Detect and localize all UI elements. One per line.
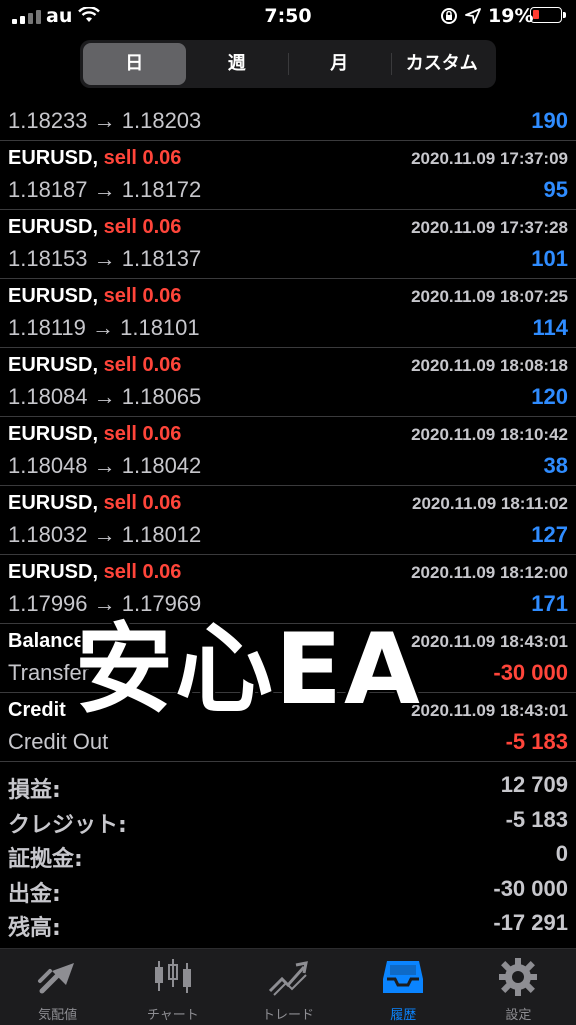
summary-value: -17 291 [493, 910, 568, 935]
row-profit: 95 [543, 177, 568, 202]
tab-label: トレード [262, 1008, 315, 1023]
symbol-name: EURUSD, [8, 285, 99, 307]
row-symbol: EURUSD, sell 0.06 [8, 423, 181, 446]
row-datetime: 2020.11.09 18:43:01 [411, 701, 568, 720]
summary-row: クレジット: -5 183 [0, 805, 576, 840]
trade-side: sell 0.06 [103, 285, 182, 307]
row-symbol: EURUSD, sell 0.06 [8, 147, 181, 170]
history-row[interactable]: EURUSD, sell 0.06 2020.11.09 18:07:25 1.18… [0, 279, 576, 348]
row-symbol: EURUSD, sell 0.06 [8, 216, 181, 239]
row-symbol: EURUSD, sell 0.06 [8, 285, 181, 308]
summary-label: 証拠金: [8, 847, 83, 872]
location-icon [465, 8, 481, 24]
battery-percent: 19% [488, 5, 534, 27]
row-datetime: 2020.11.09 18:10:42 [411, 425, 568, 444]
summary-label: クレジット: [8, 812, 127, 838]
row-prices: 1.18048 → 1.18042 [8, 453, 202, 478]
row-symbol: EURUSD, sell 0.06 [8, 492, 181, 515]
history-row[interactable]: EURUSD, sell 0.06 2020.11.09 17:37:28 1.18… [0, 210, 576, 279]
period-tab[interactable]: 日 [83, 43, 186, 85]
row-datetime: 2020.11.09 18:07:25 [411, 287, 568, 306]
symbol-name: Balance [8, 630, 85, 652]
symbol-name: Credit [8, 699, 66, 721]
tab-settings[interactable]: 設定 [461, 949, 576, 1025]
battery-icon [530, 7, 566, 23]
trade-side: sell 0.06 [103, 561, 182, 583]
row-prices: 1.18153 → 1.18137 [8, 246, 202, 271]
row-profit: 171 [531, 591, 568, 616]
row-datetime: 2020.11.09 17:37:09 [411, 149, 568, 168]
symbol-name: EURUSD, [8, 561, 99, 583]
trade-side: sell 0.06 [103, 216, 182, 238]
row-datetime: 2020.11.09 18:12:00 [411, 563, 568, 582]
period-tab[interactable]: 週 [186, 43, 289, 85]
tab-bar: 気配値 チャート トレード 履歴 設定 [0, 948, 576, 1025]
row-profit: 38 [543, 453, 568, 478]
summary-label: 損益: [8, 778, 61, 803]
summary-row: 損益: 12 709 [0, 770, 576, 805]
row-datetime: 2020.11.09 18:11:02 [412, 494, 568, 513]
history-row[interactable]: EURUSD, sell 0.06 2020.11.09 18:08:18 1.18… [0, 348, 576, 417]
summary-value: -30 000 [493, 875, 568, 901]
row-prices: 1.18032 → 1.18012 [8, 522, 202, 547]
symbol-name: EURUSD, [8, 492, 99, 514]
summary-value: 0 [555, 841, 568, 866]
watermark-text: 安心EA [75, 613, 422, 727]
row-prices: 1.18233 → 1.18203 [8, 108, 202, 133]
summary-row: 出金: -30 000 [0, 874, 576, 909]
period-selector[interactable]: 日週月カスタム [80, 40, 496, 88]
row-symbol: EURUSD, sell 0.06 [8, 354, 181, 377]
period-tab[interactable]: 月 [288, 43, 391, 85]
row-profit: 127 [531, 522, 568, 547]
row-prices: Credit Out [8, 729, 109, 754]
row-profit: 120 [531, 384, 568, 409]
tab-quotes[interactable]: 気配値 [0, 949, 115, 1025]
symbol-name: EURUSD, [8, 147, 99, 169]
history-row[interactable]: EURUSD, sell 0.06 2020.11.09 18:10:42 1.18… [0, 417, 576, 486]
history-summary: 損益: 12 709 クレジット: -5 183 証拠金: 0 出金: -30 000 残高: -… [0, 770, 576, 943]
rotation-lock-icon [441, 8, 457, 24]
trade-side: sell 0.06 [103, 423, 182, 445]
row-profit: 114 [532, 315, 569, 340]
summary-label: 残高: [8, 916, 61, 941]
period-tab[interactable]: カスタム [390, 43, 494, 85]
row-profit: 190 [531, 108, 568, 133]
row-prices: 1.18084 → 1.18065 [8, 384, 202, 409]
summary-row: 残高: -17 291 [0, 908, 576, 943]
tab-history[interactable]: 履歴 [346, 949, 461, 1025]
symbol-name: EURUSD, [8, 216, 99, 238]
tab-label: 設定 [505, 1008, 532, 1023]
symbol-name: EURUSD, [8, 423, 99, 445]
row-symbol: Credit [8, 699, 66, 722]
symbol-name: EURUSD, [8, 354, 99, 376]
tab-label: 履歴 [390, 1008, 417, 1023]
row-datetime: 2020.11.09 18:08:18 [411, 356, 568, 375]
status-bar: au 7:50 19% [0, 0, 576, 34]
tab-label: 気配値 [38, 1008, 78, 1023]
history-row[interactable]: EURUSD, sell 0.06 2020.11.09 18:11:02 1.18… [0, 486, 576, 555]
summary-row: 証拠金: 0 [0, 839, 576, 874]
trade-side: sell 0.06 [103, 492, 182, 514]
row-datetime: 2020.11.09 17:37:28 [411, 218, 568, 237]
trade-side: sell 0.06 [103, 354, 182, 376]
summary-value: 12 709 [500, 772, 568, 797]
history-row[interactable]: EURUSD, sell 0.06 2020.11.09 17:37:09 1.18… [0, 141, 576, 210]
row-profit: 101 [531, 246, 568, 271]
tab-label: チャート [146, 1008, 199, 1023]
row-symbol: Balance [8, 630, 85, 653]
row-datetime: 2020.11.09 18:43:01 [411, 632, 568, 651]
summary-label: 出金: [8, 881, 61, 907]
row-profit: -30 000 [493, 660, 568, 685]
tab-trade[interactable]: トレード [230, 949, 345, 1025]
summary-value: -5 183 [505, 806, 568, 832]
row-symbol: EURUSD, sell 0.06 [8, 561, 181, 584]
tab-chart[interactable]: チャート [115, 949, 230, 1025]
row-prices: 1.18187 → 1.18172 [8, 177, 202, 202]
row-prices: 1.18119 → 1.18101 [8, 315, 200, 340]
row-profit: -5 183 [505, 729, 568, 754]
trade-side: sell 0.06 [103, 147, 182, 169]
